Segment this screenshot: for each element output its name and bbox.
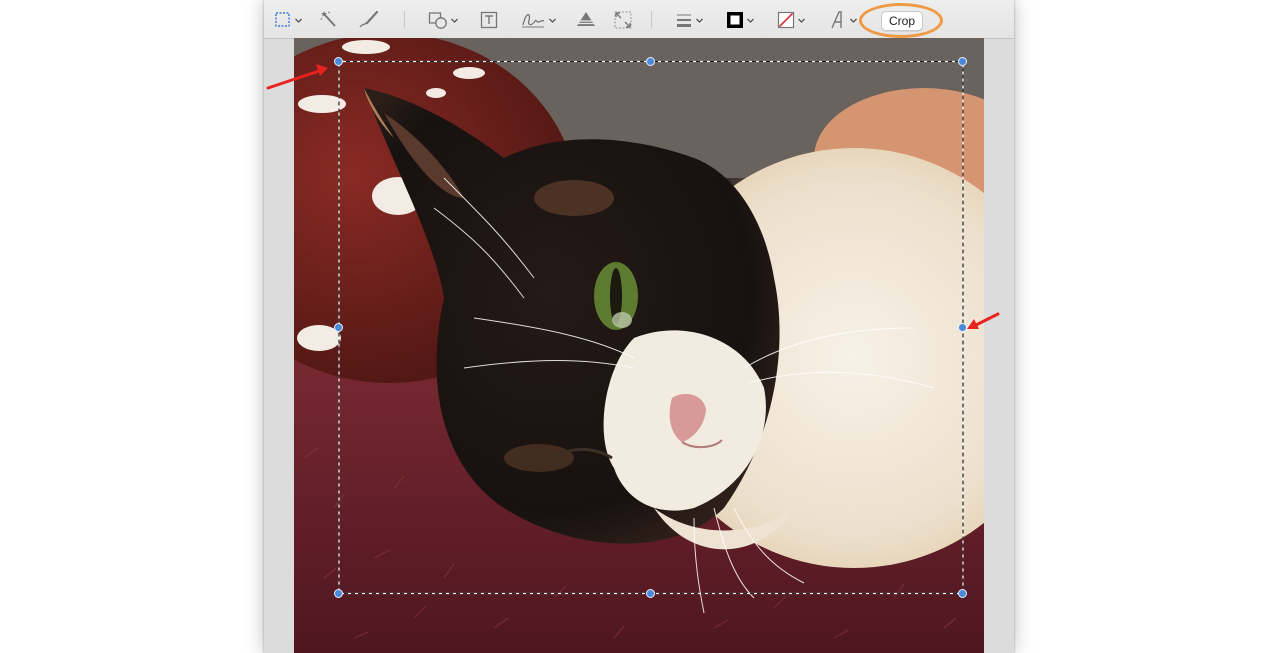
selection-tool-button[interactable] [274, 9, 303, 31]
shapes-tool-button[interactable] [428, 9, 459, 31]
chevron-down-icon [798, 18, 805, 23]
crop-handle-left[interactable] [334, 323, 343, 332]
crop-handle-bottom-left[interactable] [334, 589, 343, 598]
sketch-pen-icon [359, 10, 379, 28]
crop-button[interactable]: Crop [881, 11, 923, 31]
text-box-icon [480, 11, 498, 29]
instant-alpha-button[interactable] [320, 9, 340, 31]
adjust-color-button[interactable] [575, 9, 597, 31]
sketch-tool-button[interactable] [358, 9, 380, 31]
fill-color-icon [777, 11, 795, 29]
chevron-down-icon [549, 18, 556, 23]
chevron-down-icon [747, 18, 754, 23]
crop-selection-rectangle[interactable] [294, 38, 984, 653]
border-color-icon [727, 12, 743, 28]
text-style-icon [831, 11, 842, 29]
chevron-down-icon [295, 18, 302, 23]
toolbar-separator [404, 11, 405, 28]
crop-handle-bottom[interactable] [646, 589, 655, 598]
toolbar-separator [651, 11, 652, 28]
rectangular-selection-icon [275, 12, 290, 27]
sign-tool-button[interactable] [520, 9, 557, 31]
chevron-down-icon [451, 18, 458, 23]
shape-style-button[interactable] [675, 9, 704, 31]
chevron-down-icon [850, 18, 857, 23]
adjust-color-icon [576, 12, 596, 26]
crop-handle-top[interactable] [646, 57, 655, 66]
annotation-arrow-icon [967, 312, 1000, 329]
text-tool-button[interactable] [480, 9, 498, 31]
crop-handle-top-left[interactable] [334, 57, 343, 66]
markup-toolbar: Crop [264, 0, 1014, 39]
fill-color-button[interactable] [777, 9, 806, 31]
annotation-arrow-icon [266, 64, 328, 90]
adjust-size-icon [614, 11, 632, 29]
signature-icon [522, 13, 545, 28]
shapes-icon [428, 12, 447, 29]
crop-handle-bottom-right[interactable] [958, 589, 967, 598]
image-canvas[interactable] [294, 38, 984, 653]
preview-window: Crop [264, 0, 1014, 653]
chevron-down-icon [696, 18, 703, 23]
border-color-button[interactable] [726, 9, 755, 31]
magic-wand-icon [320, 11, 336, 27]
line-style-icon [677, 14, 691, 27]
text-style-button[interactable] [829, 9, 858, 31]
adjust-size-button[interactable] [613, 9, 633, 31]
crop-handle-top-right[interactable] [958, 57, 967, 66]
